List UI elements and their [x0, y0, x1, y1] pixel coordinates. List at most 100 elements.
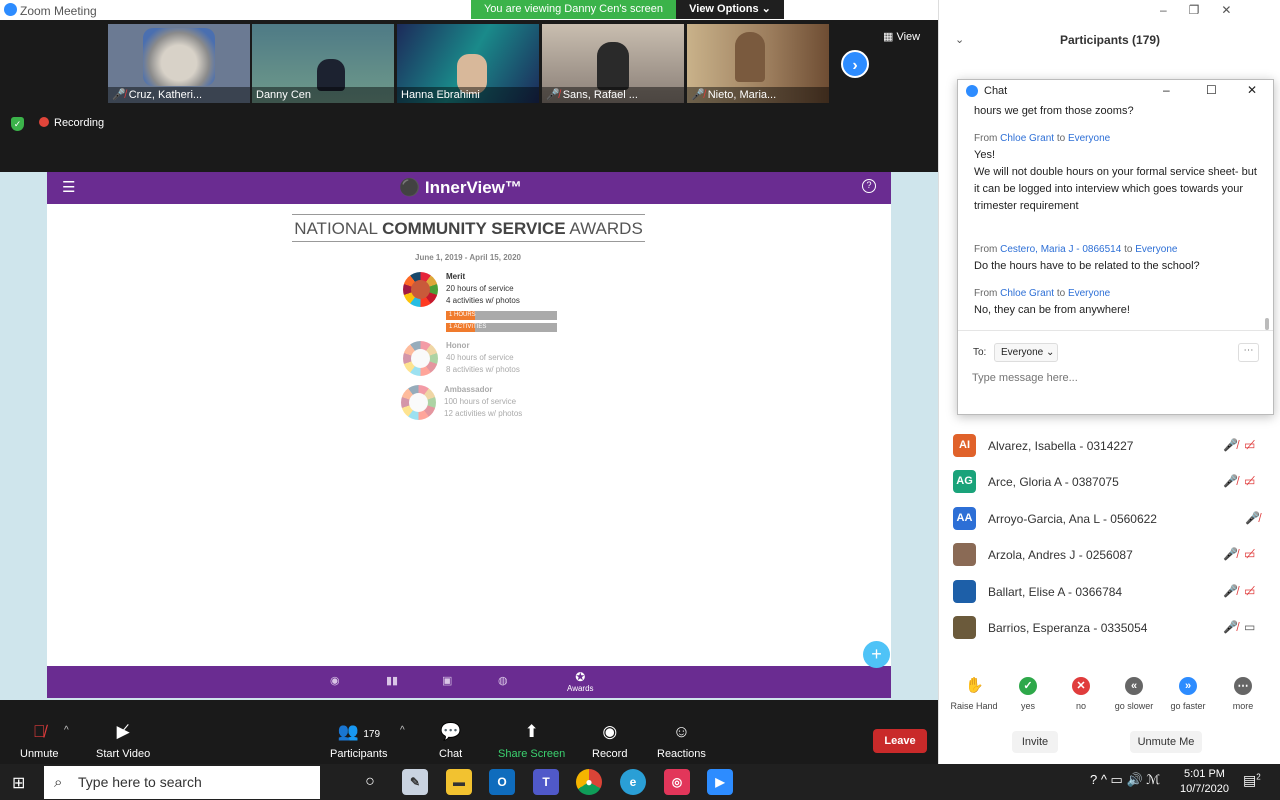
chat-sender[interactable]: Cestero, Maria J - 0866514 — [1000, 244, 1121, 255]
instagram-icon[interactable]: ◎ — [664, 769, 690, 795]
close-icon[interactable]: ✕ — [1247, 83, 1257, 97]
file-explorer-icon[interactable]: ▬ — [446, 769, 472, 795]
zoom-logo-icon — [966, 85, 978, 97]
search-placeholder: Type here to search — [78, 774, 202, 790]
avatar — [953, 616, 976, 639]
video-off-icon[interactable]: ▭̸ — [1244, 584, 1255, 598]
muted-mic-icon[interactable]: 🎤̸ — [1223, 620, 1238, 634]
awards-nav-item[interactable]: ✪ Awards — [567, 670, 594, 693]
collapse-chevron-icon[interactable]: ⌄ — [955, 33, 964, 46]
muted-mic-icon[interactable]: 🎤̸ — [1223, 584, 1238, 598]
video-thumbnail[interactable]: 🎤̸ Nieto, Maria... — [687, 24, 829, 103]
participant-row[interactable]: Arzola, Andres J - 0256087 🎤̸ ▭̸ — [953, 539, 1265, 569]
muted-mic-icon[interactable]: 🎤̸ — [1223, 547, 1238, 561]
taskbar-clock[interactable]: 5:01 PM 10/7/2020 — [1180, 767, 1229, 797]
avatar — [953, 580, 976, 603]
invite-button[interactable]: Invite — [1012, 731, 1058, 753]
zoom-app-icon[interactable]: ▶ — [707, 769, 733, 795]
start-video-button[interactable]: ▶̸ Start Video — [96, 722, 150, 760]
chat-more-icon[interactable]: ⋯ — [1238, 343, 1259, 362]
muted-mic-icon[interactable]: 🎤̸ — [1223, 438, 1238, 452]
windows-start-icon[interactable]: ⊞ — [12, 773, 25, 793]
stats-nav-icon[interactable]: ▮▮ — [386, 674, 398, 687]
hamburger-menu-icon[interactable]: ☰ — [62, 178, 75, 196]
recipient-select[interactable]: Everyone ⌄ — [994, 343, 1058, 362]
viewing-banner: You are viewing Danny Cen's screen — [471, 0, 676, 19]
recording-indicator[interactable]: Recording — [39, 117, 104, 129]
window-controls[interactable]: –❐✕ — [1160, 3, 1254, 17]
minimize-icon[interactable]: – — [1163, 83, 1170, 97]
person-image — [735, 32, 765, 82]
video-thumbnail[interactable]: Danny Cen — [252, 24, 394, 103]
thumbnail-name: Hanna Ebrahimi — [401, 89, 480, 101]
muted-mic-icon: 🎙̸ — [32, 722, 46, 741]
video-thumbnail[interactable]: Hanna Ebrahimi — [397, 24, 539, 103]
chat-sender[interactable]: Chloe Grant — [1000, 288, 1054, 299]
award-name: Merit — [446, 272, 466, 281]
reactions-button[interactable]: ☺ Reactions — [657, 722, 706, 760]
muted-mic-icon[interactable]: 🎤̸ — [1245, 511, 1260, 525]
award-requirement: 4 activities w/ photos — [446, 296, 520, 305]
paint-app-icon[interactable]: ✎ — [402, 769, 428, 795]
award-requirement: 20 hours of service — [446, 284, 514, 293]
add-button[interactable]: + — [863, 641, 890, 668]
video-off-icon[interactable]: ▭̸ — [1244, 438, 1255, 452]
task-view-icon[interactable]: ○ — [357, 769, 383, 795]
muted-mic-icon[interactable]: 🎤̸ — [1223, 474, 1238, 488]
teams-icon[interactable]: T — [533, 769, 559, 795]
chat-recipient: Everyone — [1067, 133, 1111, 144]
taskbar-search[interactable]: ⌕ Type here to search — [44, 766, 320, 799]
innerview-logo: ⚫ InnerView™ — [399, 178, 522, 197]
unmute-button[interactable]: 🎙̸ Unmute — [20, 722, 59, 760]
next-thumbnails-button[interactable]: › — [841, 50, 869, 78]
globe-nav-icon[interactable]: ◍ — [498, 674, 508, 687]
encryption-shield-icon[interactable]: ✓ — [11, 117, 24, 131]
participants-button[interactable]: 👥 179 Participants — [330, 722, 387, 760]
view-options-button[interactable]: View Options ⌄ — [676, 0, 784, 19]
maximize-icon[interactable]: ☐ — [1206, 83, 1217, 97]
no-button[interactable]: ✕ no — [1053, 677, 1109, 711]
participants-chevron-icon[interactable]: ^ — [400, 725, 405, 736]
chat-recipient: Everyone — [1135, 244, 1178, 255]
share-screen-button[interactable]: ⬆ Share Screen — [498, 722, 565, 760]
awards-title-part: AWARDS — [565, 219, 643, 238]
participant-row[interactable]: AI Alvarez, Isabella - 0314227 🎤̸ ▭̸ — [953, 430, 1265, 460]
video-off-icon[interactable]: ▭̸ — [1244, 474, 1255, 488]
audio-options-chevron-icon[interactable]: ^ — [64, 725, 69, 736]
chat-message-input[interactable] — [972, 368, 1252, 388]
go-faster-button[interactable]: » go faster — [1160, 677, 1216, 711]
video-icon[interactable]: ▭ — [1244, 620, 1255, 634]
more-button[interactable]: ⋯ more — [1215, 677, 1271, 711]
edge-icon[interactable]: e — [620, 769, 646, 795]
video-thumbnail[interactable]: 🎤̸ Cruz, Katheri... — [108, 24, 250, 103]
leave-button[interactable]: Leave — [873, 729, 927, 753]
outlook-icon[interactable]: O — [489, 769, 515, 795]
system-tray-icons[interactable]: ? ^ ▭ 🔊 ℳ — [1090, 772, 1160, 788]
chat-scrollbar[interactable] — [1265, 318, 1269, 330]
chat-sender-line: From Chloe Grant to Everyone — [974, 288, 1110, 299]
participant-row[interactable]: Barrios, Esperanza - 0335054 🎤̸ ▭ — [953, 612, 1265, 642]
go-slower-button[interactable]: « go slower — [1106, 677, 1162, 711]
to-label: To: — [973, 347, 987, 358]
participant-row[interactable]: AA Arroyo-Garcia, Ana L - 0560622 🎤̸ — [953, 503, 1265, 533]
yes-button[interactable]: ✓ yes — [1000, 677, 1056, 711]
participant-row[interactable]: Ballart, Elise A - 0366784 🎤̸ ▭̸ — [953, 576, 1265, 606]
chat-sender[interactable]: Chloe Grant — [1000, 133, 1054, 144]
chat-button[interactable]: 💬 Chat — [439, 722, 462, 760]
video-thumbnail[interactable]: 🎤̸ Sans, Rafael ... — [542, 24, 684, 103]
thumbnail-name: Cruz, Katheri... — [128, 89, 203, 101]
help-icon[interactable]: ? — [862, 179, 876, 193]
home-nav-icon[interactable]: ◉ — [330, 674, 340, 687]
participant-row[interactable]: AG Arce, Gloria A - 0387075 🎤̸ ▭̸ — [953, 466, 1265, 496]
chrome-icon[interactable]: ● — [576, 769, 602, 795]
view-button[interactable]: ▦ View — [883, 30, 920, 43]
raise-hand-button[interactable]: ✋ Raise Hand — [946, 677, 1002, 711]
unmute-me-button[interactable]: Unmute Me — [1130, 731, 1202, 753]
video-off-icon[interactable]: ▭̸ — [1244, 547, 1255, 561]
participant-name: Arroyo-Garcia, Ana L - 0560622 — [988, 512, 1157, 526]
avatar: AG — [953, 470, 976, 493]
record-button[interactable]: ◉ Record — [592, 722, 627, 760]
award-requirement: 100 hours of service — [444, 397, 517, 406]
calendar-nav-icon[interactable]: ▣ — [442, 674, 452, 687]
notification-center-icon[interactable]: ▤2 — [1243, 772, 1261, 789]
